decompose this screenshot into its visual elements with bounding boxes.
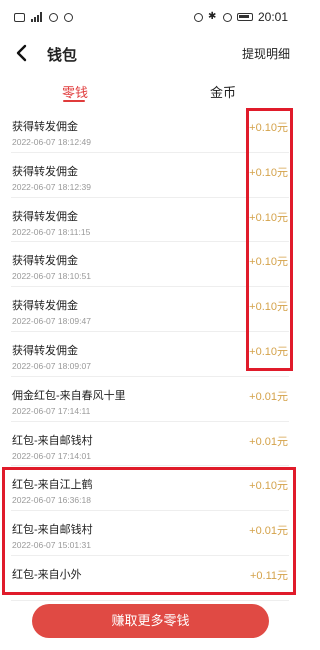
- transaction-time: 2022-06-07 17:14:01: [12, 450, 91, 461]
- notification-icon: [64, 12, 73, 22]
- status-left-icons: [14, 12, 73, 22]
- transaction-title: 获得转发佣金: [12, 210, 78, 223]
- transaction-title: 红包-来自邮钱村: [12, 434, 93, 447]
- transaction-title: 获得转发佣金: [12, 121, 78, 133]
- active-tab-indicator: [63, 100, 85, 102]
- transaction-row[interactable]: 佣金红包-来自春风十里 2022-06-07 17:14:11 +0.01元: [11, 377, 289, 422]
- transaction-title: 获得转发佣金: [12, 165, 78, 178]
- transaction-time: 2022-06-07 18:12:39: [12, 181, 91, 192]
- top-nav-bar: 钱包 提现明细: [0, 36, 300, 72]
- status-bar: ✱ 20:01: [0, 0, 300, 36]
- bluetooth-icon: ✱: [207, 11, 217, 22]
- highlight-box-commission-amounts: [246, 108, 293, 371]
- hd-icon: [14, 12, 25, 22]
- transaction-time: 2022-06-07 18:11:15: [12, 226, 91, 237]
- signal-icon: [31, 12, 43, 22]
- transaction-row[interactable]: 红包-来自邮钱村 2022-06-07 17:14:01 +0.01元: [11, 422, 289, 467]
- tab-change[interactable]: 零钱: [50, 82, 100, 101]
- transaction-title: 佣金红包-来自春风十里: [12, 389, 126, 402]
- wifi-icon: [49, 12, 58, 22]
- page-title: 钱包: [47, 47, 78, 64]
- back-arrow-icon[interactable]: [12, 43, 32, 63]
- earn-more-change-button[interactable]: 赚取更多零钱: [32, 604, 269, 638]
- transaction-time: 2022-06-07 17:14:11: [12, 405, 91, 416]
- location-icon: [222, 12, 232, 22]
- transaction-title: 获得转发佣金: [12, 344, 78, 357]
- transaction-amount: +0.01元: [249, 390, 288, 403]
- tab-bar: 零钱 金币: [0, 78, 300, 106]
- withdraw-details-link[interactable]: 提现明细: [242, 45, 290, 62]
- transaction-time: 2022-06-07 18:12:49: [12, 137, 91, 147]
- highlight-box-red-packet-rows: [2, 467, 296, 595]
- transaction-time: 2022-06-07 18:09:47: [12, 316, 91, 327]
- tab-coins[interactable]: 金币: [198, 82, 248, 101]
- status-right-icons: ✱ 20:01: [193, 10, 288, 24]
- status-time: 20:01: [257, 10, 288, 24]
- transaction-time: 2022-06-07 18:09:07: [12, 360, 91, 371]
- transaction-amount: +0.01元: [249, 435, 288, 448]
- transaction-time: 2022-06-07 18:10:51: [12, 271, 91, 282]
- alarm-icon: [193, 12, 203, 22]
- transaction-title: 获得转发佣金: [12, 300, 78, 313]
- battery-icon: [236, 13, 253, 21]
- transaction-title: 获得转发佣金: [12, 255, 78, 268]
